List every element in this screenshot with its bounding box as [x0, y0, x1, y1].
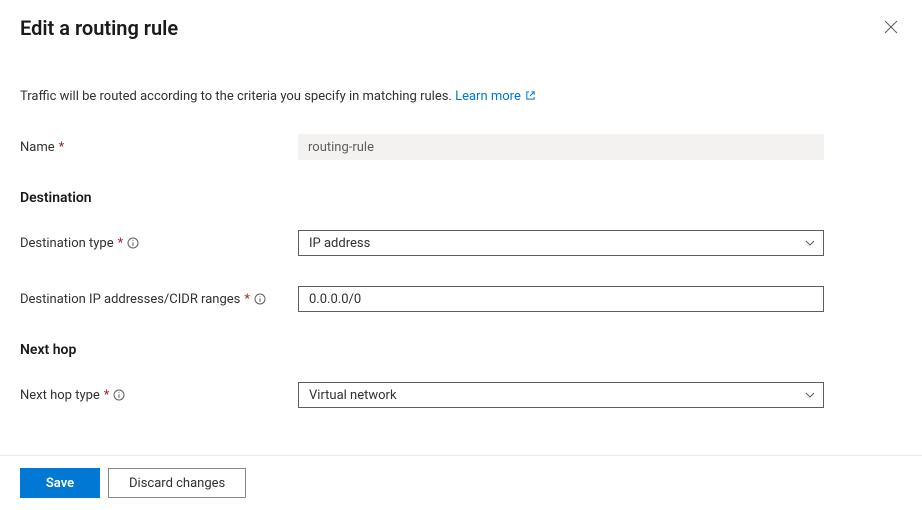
- required-indicator: *: [104, 388, 110, 403]
- destination-ip-label: Destination IP addresses/CIDR ranges *: [20, 292, 298, 307]
- external-link-icon: [524, 89, 536, 104]
- name-label: Name *: [20, 140, 298, 155]
- required-indicator: *: [118, 236, 124, 251]
- destination-ip-label-text: Destination IP addresses/CIDR ranges: [20, 292, 240, 307]
- save-button[interactable]: Save: [20, 468, 100, 498]
- discard-button[interactable]: Discard changes: [108, 468, 246, 498]
- info-icon[interactable]: [127, 237, 139, 249]
- nexthop-type-label-text: Next hop type: [20, 388, 100, 403]
- page-title: Edit a routing rule: [20, 16, 178, 40]
- destination-ip-input[interactable]: [298, 286, 824, 312]
- nexthop-type-label: Next hop type *: [20, 388, 298, 403]
- close-icon: [884, 20, 898, 37]
- learn-more-link[interactable]: Learn more: [455, 89, 536, 104]
- intro-text: Traffic will be routed according to the …: [20, 89, 902, 104]
- nexthop-heading: Next hop: [20, 342, 902, 358]
- destination-type-select[interactable]: IP address: [298, 230, 824, 256]
- name-label-text: Name: [20, 140, 55, 155]
- info-icon[interactable]: [254, 293, 266, 305]
- destination-heading: Destination: [20, 190, 902, 206]
- required-indicator: *: [244, 292, 250, 307]
- required-indicator: *: [59, 140, 65, 155]
- destination-type-label: Destination type *: [20, 236, 298, 251]
- learn-more-label: Learn more: [455, 89, 521, 104]
- info-icon[interactable]: [113, 389, 125, 401]
- destination-type-label-text: Destination type: [20, 236, 114, 251]
- close-button[interactable]: [880, 16, 902, 41]
- intro-text-content: Traffic will be routed according to the …: [20, 89, 455, 104]
- name-input: [298, 134, 824, 160]
- footer-bar: Save Discard changes: [0, 455, 922, 510]
- nexthop-type-select[interactable]: Virtual network: [298, 382, 824, 408]
